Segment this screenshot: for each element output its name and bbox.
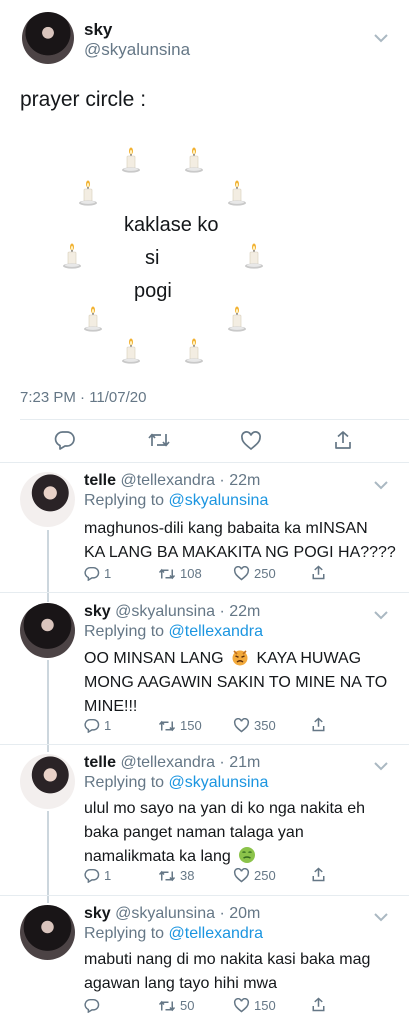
candle-icon (121, 147, 141, 173)
retweet-button[interactable]: 108 (158, 566, 202, 581)
replying-to-link[interactable]: @skyalunsina (169, 774, 269, 791)
candle-icon (62, 243, 82, 269)
avatar[interactable] (20, 754, 75, 809)
retweet-count: 108 (180, 566, 202, 581)
handle-time[interactable]: @skyalunsina · 22m (115, 603, 260, 620)
candle-icon (227, 306, 247, 332)
handle-time[interactable]: @tellexandra · 21m (120, 754, 260, 771)
tweet-text: prayer circle : (20, 88, 147, 111)
display-name[interactable]: sky (84, 603, 111, 620)
chevron-down-icon[interactable] (374, 909, 388, 927)
chevron-down-icon[interactable] (374, 758, 388, 776)
reply-text: OO MINSAN LANG KAYA HUWAG MONG AAGAWIN S… (84, 650, 388, 715)
like-count: 250 (254, 868, 276, 883)
replying-to-label: Replying to (84, 925, 165, 942)
candle-icon (121, 338, 141, 364)
circle-text-line: si (145, 247, 160, 269)
replying-to-label: Replying to (84, 774, 165, 791)
avatar[interactable] (20, 603, 75, 658)
candle-icon (184, 338, 204, 364)
chevron-down-icon[interactable] (374, 607, 388, 625)
chevron-down-icon[interactable] (374, 30, 388, 46)
retweet-count: 50 (180, 998, 195, 1013)
share-icon[interactable] (311, 867, 330, 882)
thread-line (47, 660, 49, 752)
divider (0, 744, 409, 745)
reply-icon[interactable] (54, 430, 76, 455)
thread-line (47, 811, 49, 903)
reply-count: 1 (104, 566, 112, 581)
like-count: 350 (254, 718, 276, 733)
retweet-count: 38 (180, 868, 195, 883)
share-icon[interactable] (311, 997, 330, 1012)
retweet-button[interactable]: 50 (158, 998, 194, 1013)
candle-icon (83, 306, 103, 332)
user-handle[interactable]: @skyalunsina (84, 40, 190, 60)
display-name[interactable]: sky (84, 905, 111, 922)
handle-time[interactable]: @tellexandra · 22m (120, 472, 260, 489)
reply-button[interactable]: 1 (84, 566, 111, 581)
display-name[interactable]: sky (84, 20, 112, 40)
tweet-timestamp[interactable]: 7:23 PM · 11/07/20 (20, 389, 146, 406)
replying-to-label: Replying to (84, 623, 165, 640)
avatar[interactable] (22, 12, 74, 64)
divider (0, 592, 409, 593)
reply-button[interactable] (84, 998, 104, 1013)
retweet-button[interactable]: 150 (158, 718, 202, 733)
divider (0, 462, 409, 463)
like-icon[interactable] (240, 431, 262, 456)
share-icon[interactable] (333, 430, 353, 455)
candle-icon (227, 180, 247, 206)
divider (0, 895, 409, 896)
reply-count: 1 (104, 718, 112, 733)
reply-button[interactable]: 1 (84, 868, 111, 883)
avatar[interactable] (20, 905, 75, 960)
like-button[interactable]: 250 (233, 566, 276, 581)
retweet-count: 150 (180, 718, 202, 733)
handle-time[interactable]: @skyalunsina · 20m (115, 905, 260, 922)
nauseated-face-emoji (239, 847, 256, 863)
reply-text: mabuti nang di mo nakita kasi baka mag a… (84, 951, 371, 992)
share-icon[interactable] (311, 565, 330, 580)
reply-text: ulul mo sayo na yan di ko nga nakita eh … (84, 800, 366, 865)
like-count: 250 (254, 566, 276, 581)
candle-icon (184, 147, 204, 173)
reply-text: maghunos-dili kang babaita ka mINSAN KA … (84, 520, 396, 561)
retweet-button[interactable]: 38 (158, 868, 194, 883)
replying-to-link[interactable]: @skyalunsina (169, 492, 269, 509)
candle-icon (78, 180, 98, 206)
reply-count: 1 (104, 868, 112, 883)
replying-to-link[interactable]: @tellexandra (169, 925, 264, 942)
chevron-down-icon[interactable] (374, 477, 388, 495)
share-icon[interactable] (311, 717, 330, 732)
circle-text-line: pogi (134, 280, 172, 302)
candle-icon (244, 243, 264, 269)
divider (20, 419, 409, 420)
avatar[interactable] (20, 472, 75, 527)
like-count: 150 (254, 998, 276, 1013)
angry-face-emoji (232, 650, 248, 666)
circle-text-line: kaklase ko (124, 214, 219, 236)
like-button[interactable]: 250 (233, 868, 276, 883)
retweet-icon[interactable] (147, 431, 171, 454)
display-name[interactable]: telle (84, 754, 116, 771)
display-name[interactable]: telle (84, 472, 116, 489)
like-button[interactable]: 350 (233, 718, 276, 733)
replying-to-link[interactable]: @tellexandra (169, 623, 264, 640)
reply-button[interactable]: 1 (84, 718, 111, 733)
replying-to-label: Replying to (84, 492, 165, 509)
like-button[interactable]: 150 (233, 998, 276, 1013)
